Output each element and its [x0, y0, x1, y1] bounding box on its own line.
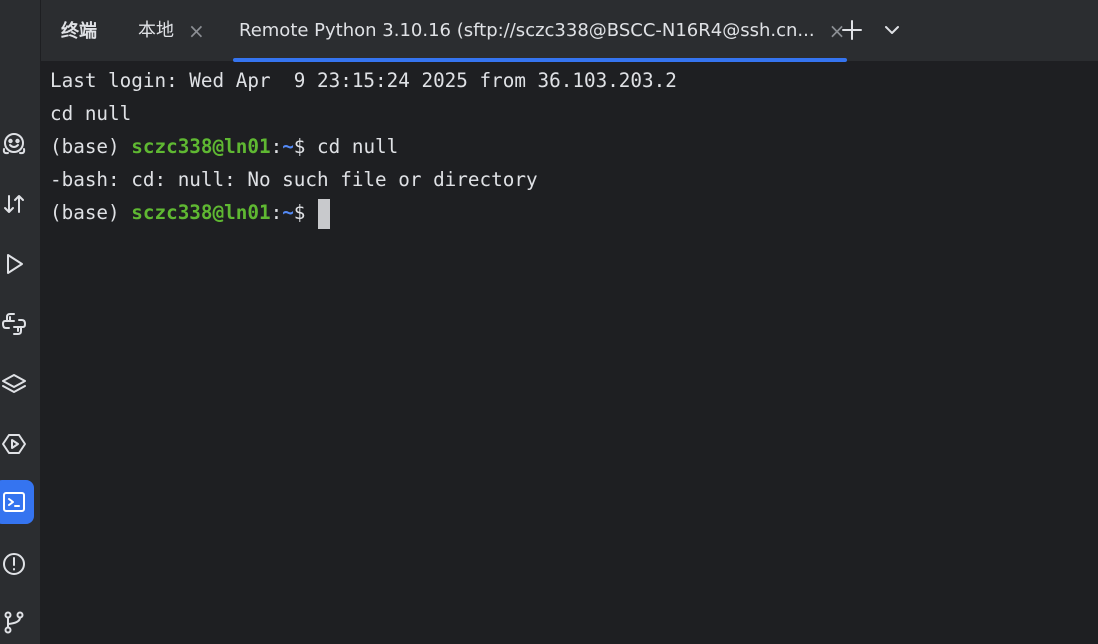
prompt-path: ~ [282, 135, 294, 158]
services-icon [2, 434, 26, 454]
terminal-button[interactable] [0, 480, 34, 524]
services-button[interactable] [0, 422, 34, 466]
terminal-line: -bash: cd: null: No such file or directo… [50, 168, 538, 191]
tab-remote-python[interactable]: Remote Python 3.10.16 (sftp://sczc338@BS… [232, 0, 848, 62]
transfer-button[interactable] [0, 182, 34, 226]
problems-icon [3, 553, 25, 575]
text-cursor [318, 198, 331, 229]
plus-icon [842, 20, 862, 40]
prompt-user-host: sczc338@ln01 [131, 135, 271, 158]
python-packages-button[interactable] [0, 302, 34, 346]
terminal-line: Last login: Wed Apr 9 23:15:24 2025 from… [50, 69, 677, 92]
transfer-icon [4, 195, 24, 213]
git-button[interactable] [0, 600, 34, 644]
layers-button[interactable] [0, 362, 34, 406]
prompt-command: cd null [317, 135, 399, 158]
prompt-symbol: $ [293, 135, 318, 158]
tab-label: 本地 [138, 20, 174, 41]
tool-window-sidebar [0, 0, 41, 644]
terminal-line: cd null [50, 102, 132, 125]
prompt-separator: : [270, 135, 283, 158]
git-icon [4, 611, 24, 634]
prompt-separator: : [270, 201, 283, 224]
ide-window: 终端 本地 × Remote Python 3.10.16 (sftp://sc… [0, 0, 1098, 644]
python-packages-icon [2, 313, 26, 335]
prompt-user-host: sczc338@ln01 [131, 201, 271, 224]
prompt-path: ~ [282, 201, 294, 224]
chevron-down-icon [885, 26, 899, 34]
layers-icon [2, 374, 26, 393]
terminal-tab-bar: 终端 本地 × Remote Python 3.10.16 (sftp://sc… [41, 0, 1098, 62]
problems-button[interactable] [0, 542, 34, 586]
prompt-symbol: $ [293, 201, 318, 224]
tab-local[interactable]: 本地 × [138, 0, 205, 62]
tool-window-title: 终端 [61, 21, 97, 42]
huggingface-button[interactable] [0, 122, 34, 166]
terminal-prompt-line: (base) sczc338@ln01:~$ cd null [50, 130, 398, 163]
terminal-output[interactable]: Last login: Wed Apr 9 23:15:24 2025 from… [41, 62, 1098, 644]
tab-options-dropdown[interactable] [878, 16, 906, 44]
tab-label: Remote Python 3.10.16 (sftp://sczc338@BS… [239, 20, 815, 41]
conda-env-label: (base) [50, 135, 132, 158]
run-button[interactable] [0, 242, 34, 286]
huggingface-icon [2, 133, 26, 155]
run-icon [7, 254, 23, 274]
terminal-icon [3, 492, 25, 512]
terminal-prompt-line: (base) sczc338@ln01:~$ [50, 196, 331, 229]
conda-env-label: (base) [50, 201, 132, 224]
new-tab-button[interactable] [838, 16, 866, 44]
close-icon[interactable]: × [188, 19, 205, 43]
